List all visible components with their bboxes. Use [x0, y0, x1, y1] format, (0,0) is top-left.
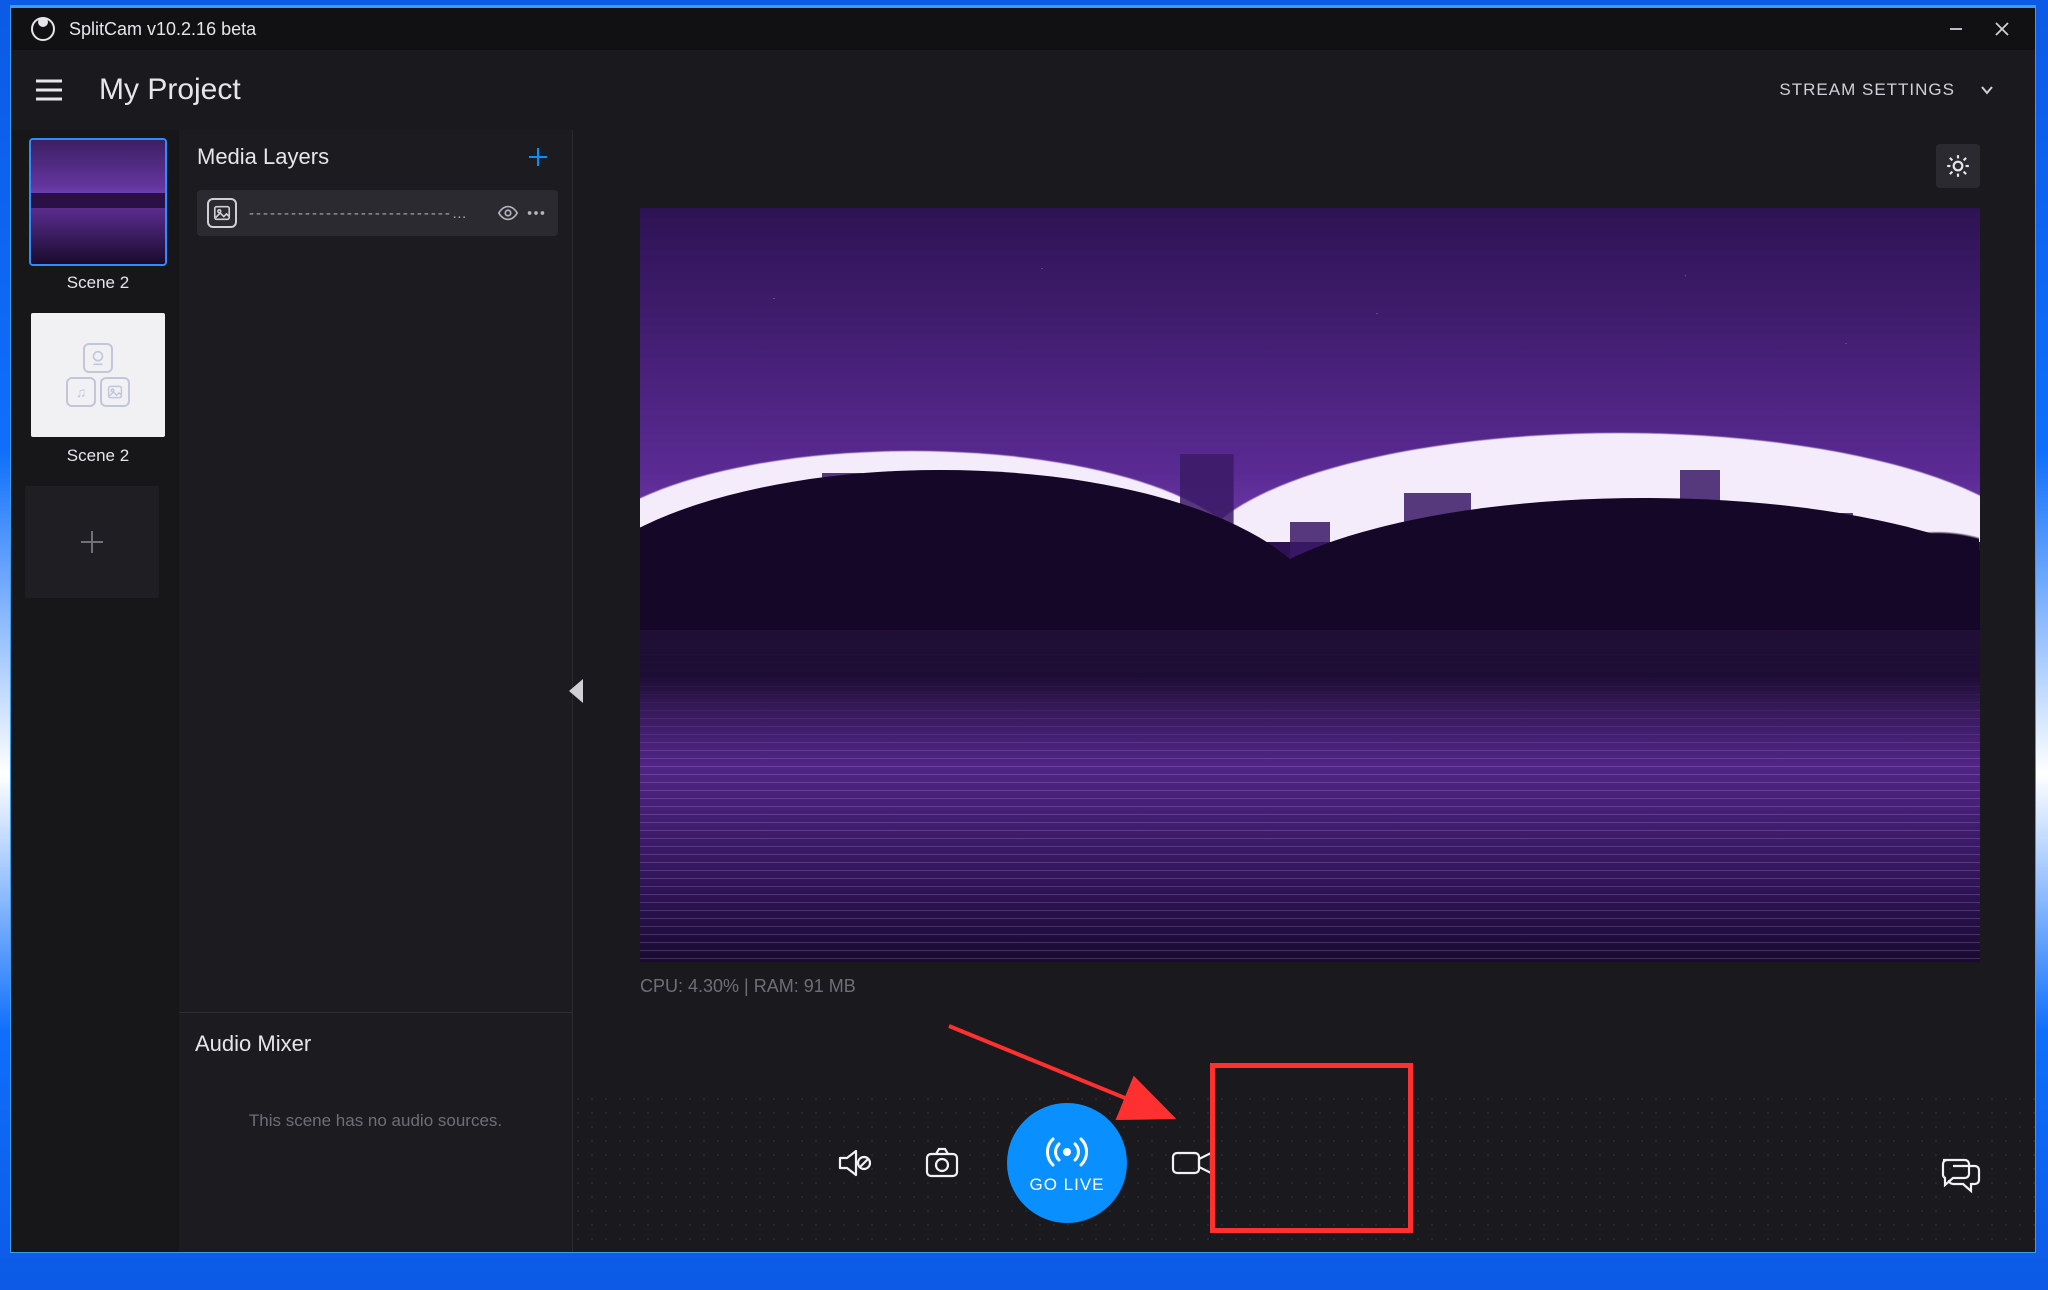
audio-mixer-title: Audio Mixer [195, 1031, 556, 1057]
scene-item[interactable]: Scene 2 [25, 140, 171, 293]
stream-settings-label: STREAM SETTINGS [1779, 80, 1955, 100]
stream-settings-button[interactable]: STREAM SETTINGS [1779, 80, 1995, 100]
window-title: SplitCam v10.2.16 beta [69, 19, 256, 40]
add-layer-button[interactable] [526, 145, 550, 169]
scene-thumbnail: ♫ [31, 313, 165, 437]
preview-canvas[interactable] [640, 208, 1980, 962]
scene-item[interactable]: ♫ Scene 2 [25, 313, 171, 466]
layer-more-button[interactable] [524, 201, 548, 225]
scene-thumbnail [31, 140, 165, 264]
chat-button[interactable] [1937, 1152, 1983, 1198]
app-window: SplitCam v10.2.16 beta My Project STREAM… [10, 5, 2036, 1253]
visibility-toggle[interactable] [496, 201, 520, 225]
add-scene-button[interactable] [25, 486, 159, 598]
go-live-button[interactable]: GO LIVE [1007, 1103, 1127, 1223]
music-icon: ♫ [66, 377, 96, 407]
scene-label: Scene 2 [67, 273, 129, 293]
record-button[interactable] [1169, 1140, 1215, 1186]
titlebar: SplitCam v10.2.16 beta [11, 8, 2035, 50]
project-title: My Project [99, 73, 241, 107]
layers-title: Media Layers [197, 144, 329, 170]
layer-name: -----------------------------… [249, 205, 492, 222]
app-logo-icon [31, 17, 55, 41]
go-live-label: GO LIVE [1029, 1175, 1104, 1195]
image-layer-icon [207, 198, 237, 228]
menu-button[interactable] [33, 74, 65, 106]
collapse-sidebar-button[interactable] [569, 679, 583, 703]
webcam-icon [83, 343, 113, 373]
layers-header: Media Layers [179, 130, 572, 184]
brightness-button[interactable] [1936, 144, 1980, 188]
snapshot-button[interactable] [919, 1140, 965, 1186]
scene-label: Scene 2 [67, 446, 129, 466]
performance-stats: CPU: 4.30% | RAM: 91 MB [640, 976, 1980, 997]
image-icon [100, 377, 130, 407]
chevron-down-icon [1979, 82, 1995, 98]
close-button[interactable] [1979, 10, 2025, 48]
minimize-button[interactable] [1933, 10, 1979, 48]
mute-button[interactable] [831, 1140, 877, 1186]
layer-row[interactable]: -----------------------------… [197, 190, 558, 236]
bottom-toolbar: GO LIVE [11, 1078, 2035, 1248]
header: My Project STREAM SETTINGS [11, 50, 2035, 130]
